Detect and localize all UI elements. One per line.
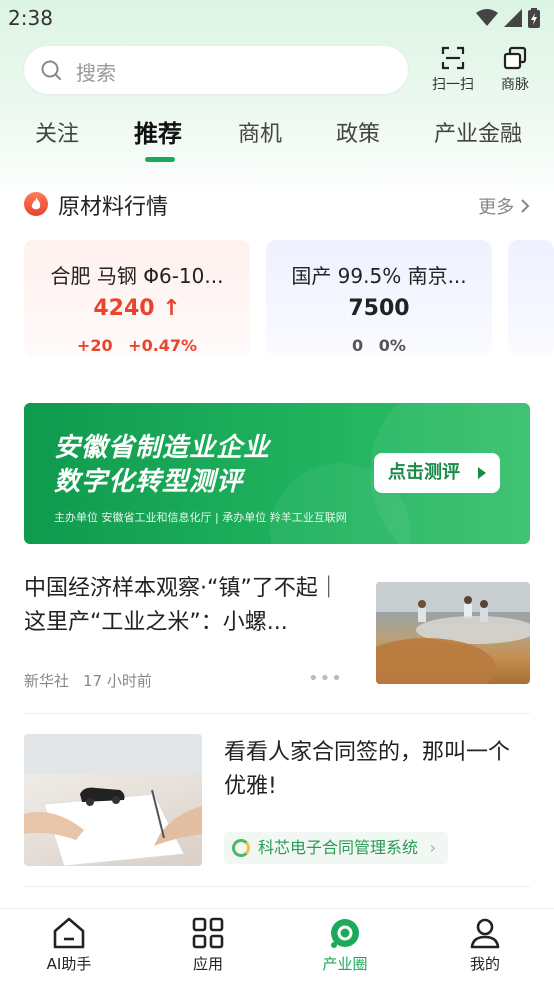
chevron-right-icon: ›	[429, 838, 437, 857]
news-thumbnail	[376, 582, 530, 684]
battery-icon	[528, 8, 540, 28]
banner-button-label: 点击测评	[388, 462, 460, 483]
search-icon	[41, 60, 61, 80]
market-price-value: 4240	[93, 296, 155, 321]
tab-policy[interactable]: 政策	[336, 116, 380, 148]
more-label: 更多	[478, 197, 515, 218]
banner-evaluate-button[interactable]: 点击测评	[374, 453, 500, 493]
banner-title-line1: 安徽省制造业企业	[54, 433, 271, 463]
market-change-percent: +0.47%	[128, 336, 198, 355]
nav-label: 应用	[192, 955, 223, 973]
market-card-change: +20 +0.47%	[24, 336, 250, 355]
contacts-label: 商脉	[501, 77, 529, 93]
tab-recommend[interactable]: 推荐	[134, 114, 182, 149]
bottom-nav: AI助手 应用 产业圈 我的	[0, 908, 554, 984]
market-change-value: 0	[352, 336, 364, 355]
apps-grid-icon	[192, 917, 224, 949]
nav-label: 产业圈	[322, 955, 368, 973]
divider	[24, 713, 530, 714]
fire-icon	[24, 192, 48, 216]
signal-icon	[504, 9, 522, 27]
product-tag-label: 科芯电子合同管理系统	[258, 838, 419, 857]
contacts-button[interactable]: 商脉	[490, 46, 540, 94]
banner-footer: 主办单位 安徽省工业和信息化厅 | 承办单位 羚羊工业互联网	[54, 511, 347, 524]
nav-label: 我的	[469, 955, 500, 973]
more-options-icon[interactable]: •••	[308, 668, 343, 689]
market-card[interactable]: 国产 99.5% 南京... 7500 0 0%	[266, 240, 492, 356]
news-title: 看看人家合同签的，那叫一个优雅!	[224, 740, 511, 799]
product-tag-link[interactable]: 科芯电子合同管理系统 ›	[224, 832, 449, 864]
industry-circle-icon	[331, 919, 359, 948]
more-link[interactable]: 更多	[478, 193, 530, 219]
news-time: 17 小时前	[83, 672, 152, 690]
search-row: 搜索 扫一扫 商脉	[24, 46, 530, 96]
tab-business[interactable]: 商机	[238, 116, 282, 148]
status-bar: 2:38	[0, 0, 554, 38]
banner-title-line2: 数字化转型测评	[54, 467, 244, 497]
tab-follow[interactable]: 关注	[35, 116, 79, 148]
nav-industry-circle[interactable]: 产业圈	[300, 917, 390, 974]
chevron-right-icon	[521, 199, 530, 213]
news-item[interactable]: 看看人家合同签的，那叫一个优雅! 科芯电子合同管理系统 ›	[24, 734, 530, 870]
wifi-icon	[476, 9, 498, 26]
market-card-price: 4240 ↑	[24, 296, 250, 321]
status-time: 2:38	[8, 6, 53, 30]
section-header: 原材料行情 更多	[24, 188, 530, 222]
nav-profile[interactable]: 我的	[440, 917, 530, 974]
news-thumbnail	[24, 734, 202, 866]
market-card[interactable]: 合肥 马钢 Φ6-10... 4240 ↑ +20 +0.47%	[24, 240, 250, 356]
market-card-partial[interactable]	[508, 240, 554, 356]
category-tabs: 关注 推荐 商机 政策 产业金融	[0, 112, 554, 164]
nav-label: AI助手	[46, 955, 92, 973]
nav-ai-assistant[interactable]: AI助手	[24, 917, 114, 974]
market-card-change: 0 0%	[266, 336, 492, 355]
scan-icon	[441, 46, 465, 70]
play-arrow-icon	[478, 467, 486, 479]
market-change-percent: 0%	[378, 336, 406, 355]
market-card-name: 合肥 马钢 Φ6-10...	[50, 264, 224, 288]
section-title: 原材料行情	[58, 195, 169, 220]
home-icon	[53, 917, 85, 949]
nav-apps[interactable]: 应用	[163, 917, 253, 974]
news-meta: 新华社 17 小时前	[24, 670, 152, 691]
scan-label: 扫一扫	[432, 77, 474, 93]
active-tab-indicator	[145, 157, 175, 162]
news-source: 新华社	[24, 672, 70, 690]
tab-industry-finance[interactable]: 产业金融	[434, 116, 522, 148]
market-card-name: 国产 99.5% 南京...	[291, 264, 467, 288]
scan-button[interactable]: 扫一扫	[428, 46, 478, 94]
promo-banner[interactable]: 安徽省制造业企业 数字化转型测评 点击测评 主办单位 安徽省工业和信息化厅 | …	[24, 403, 530, 544]
product-logo-icon	[232, 839, 250, 857]
market-card-price: 7500	[348, 296, 410, 321]
news-title: 中国经济样本观察·“镇”了不起｜这里产“工业之米”：小螺...	[24, 576, 340, 635]
search-input[interactable]: 搜索	[24, 46, 408, 94]
divider	[24, 886, 530, 887]
up-arrow-icon: ↑	[162, 296, 181, 321]
news-item[interactable]: 中国经济样本观察·“镇”了不起｜这里产“工业之米”：小螺... 新华社 17 小时…	[24, 570, 530, 690]
contacts-icon	[503, 46, 527, 70]
market-change-value: +20	[76, 336, 113, 355]
status-icons	[476, 8, 540, 28]
profile-icon	[470, 918, 500, 949]
search-placeholder: 搜索	[76, 61, 116, 85]
